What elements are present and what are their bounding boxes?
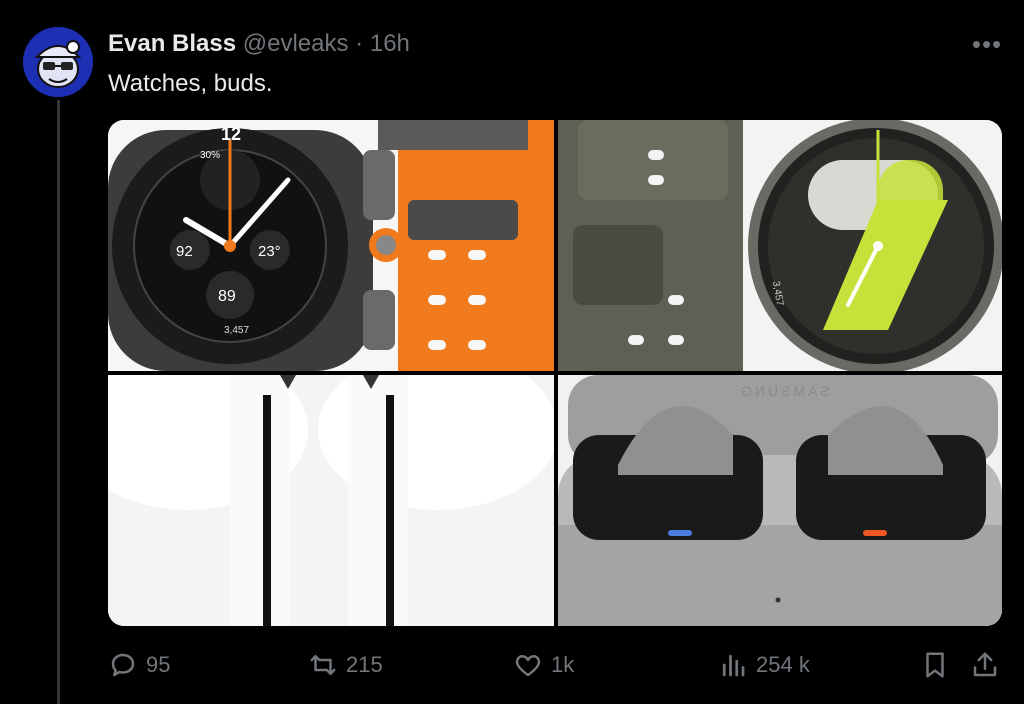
- post-text: Watches, buds.: [108, 70, 273, 97]
- repost-icon: [310, 655, 336, 675]
- ellipsis-icon: •••: [971, 29, 1003, 59]
- share-button[interactable]: [970, 648, 1008, 682]
- post-header: Evan Blass @evleaks · 16h: [108, 28, 410, 60]
- buds-white-illustration: [108, 375, 554, 626]
- watch-ultra-center-value: 89: [218, 288, 236, 305]
- like-button[interactable]: 1k: [513, 648, 574, 682]
- watch-ultra-left-value: 92: [176, 243, 193, 260]
- avatar-illustration: [23, 27, 93, 97]
- views-count: 254 k: [756, 652, 810, 677]
- watch-ultra-top-numeral: 12: [220, 124, 242, 144]
- media-image-watch-ultra[interactable]: 12 30% 92 23° 89 3,457: [108, 120, 554, 371]
- media-image-buds-white[interactable]: [108, 375, 554, 626]
- bookmark-icon: [926, 652, 944, 678]
- watch-ultra-battery: 30%: [200, 150, 221, 161]
- author-handle[interactable]: @evleaks: [243, 30, 349, 57]
- post-timestamp[interactable]: 16h: [370, 30, 410, 57]
- reply-icon: [111, 653, 135, 677]
- watch-ultra-right-value: 23°: [258, 243, 281, 260]
- case-brand-text: SAMSUNG: [738, 383, 830, 399]
- media-image-watch-7[interactable]: 3,457: [558, 120, 1002, 371]
- watch-ultra-illustration: [108, 120, 554, 371]
- media-image-buds-case[interactable]: SAMSUNG: [558, 375, 1002, 626]
- avatar[interactable]: [23, 27, 93, 97]
- header-separator: ·: [355, 30, 364, 57]
- reply-count: 95: [146, 652, 171, 677]
- views-bar-chart-icon: [722, 654, 745, 677]
- share-icon: [973, 652, 997, 677]
- media-grid: 12 30% 92 23° 89 3,457 3,457 SAMSUNG: [108, 120, 1002, 626]
- author-name[interactable]: Evan Blass: [108, 30, 236, 57]
- views-button[interactable]: 254 k: [718, 648, 810, 682]
- post-actions: 95 215 1k 254 k: [108, 648, 1002, 682]
- buds-case-illustration: [558, 375, 1002, 626]
- more-options-button[interactable]: •••: [970, 30, 1004, 58]
- reply-button[interactable]: 95: [108, 648, 170, 682]
- watch-7-illustration: [558, 120, 1002, 371]
- thread-line: [57, 100, 60, 704]
- repost-count: 215: [346, 652, 383, 677]
- repost-button[interactable]: 215: [308, 648, 383, 682]
- watch-ultra-steps: 3,457: [224, 325, 250, 336]
- bookmark-button[interactable]: [920, 648, 958, 682]
- heart-icon: [515, 655, 541, 677]
- like-count: 1k: [551, 652, 575, 677]
